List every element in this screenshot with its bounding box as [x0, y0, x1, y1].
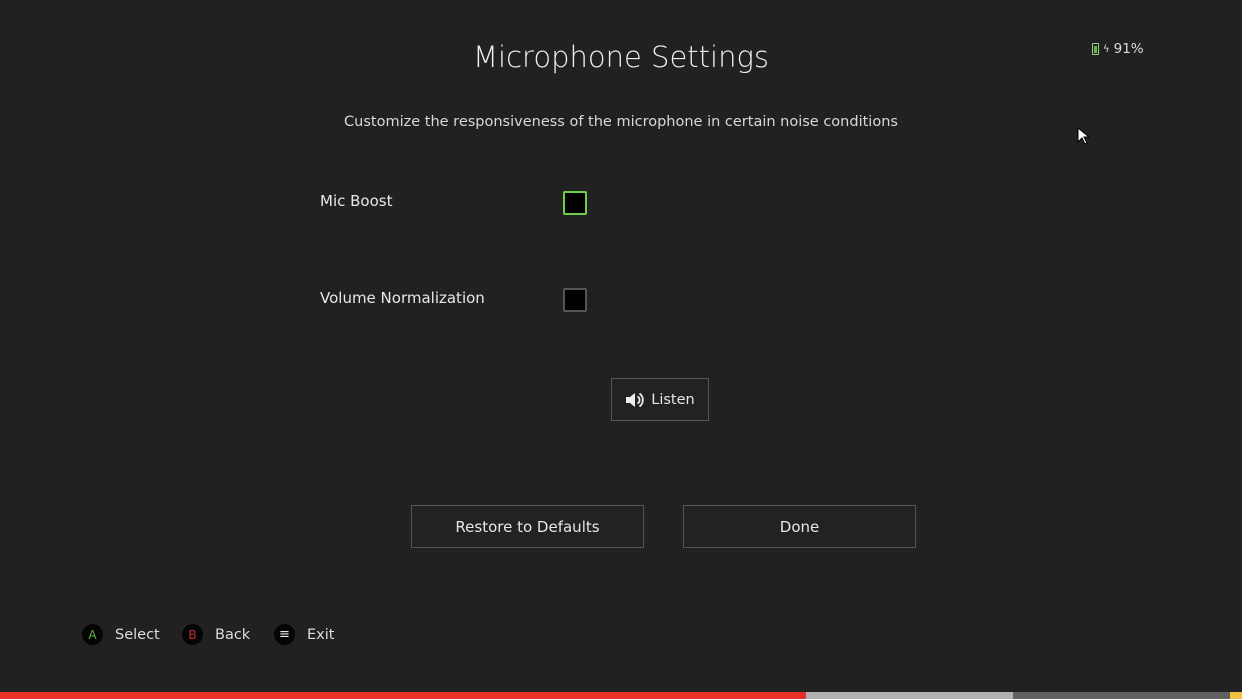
restore-defaults-button[interactable]: Restore to Defaults	[411, 505, 644, 548]
page-subtitle: Customize the responsiveness of the micr…	[344, 114, 898, 130]
done-button[interactable]: Done	[683, 505, 916, 548]
progress-played	[0, 692, 807, 699]
battery-percent: 91%	[1113, 41, 1144, 57]
b-button-icon: B	[182, 624, 203, 645]
progress-marker	[1230, 692, 1242, 699]
battery-status: ϟ 91%	[1092, 41, 1144, 57]
hint-back: B Back	[182, 624, 250, 645]
listen-label: Listen	[651, 391, 695, 408]
mouse-cursor-icon	[1077, 127, 1089, 145]
charging-bolt-icon: ϟ	[1103, 43, 1110, 55]
menu-button-icon: ≡	[274, 624, 295, 645]
hint-back-label: Back	[215, 626, 251, 643]
hint-select-label: Select	[115, 626, 160, 643]
hint-exit: ≡ Exit	[274, 624, 334, 645]
mic-boost-checkbox[interactable]	[563, 191, 587, 215]
page-title: Microphone Settings	[473, 40, 769, 74]
hint-select: A Select	[82, 624, 160, 645]
listen-button[interactable]: Listen	[611, 378, 709, 421]
hint-exit-label: Exit	[307, 626, 335, 643]
speaker-icon	[626, 392, 644, 407]
volume-normalization-checkbox[interactable]	[563, 288, 587, 312]
volume-normalization-label: Volume Normalization	[320, 289, 485, 307]
mic-boost-label: Mic Boost	[320, 192, 393, 210]
battery-charging-icon	[1092, 43, 1099, 55]
a-button-icon: A	[82, 624, 103, 645]
